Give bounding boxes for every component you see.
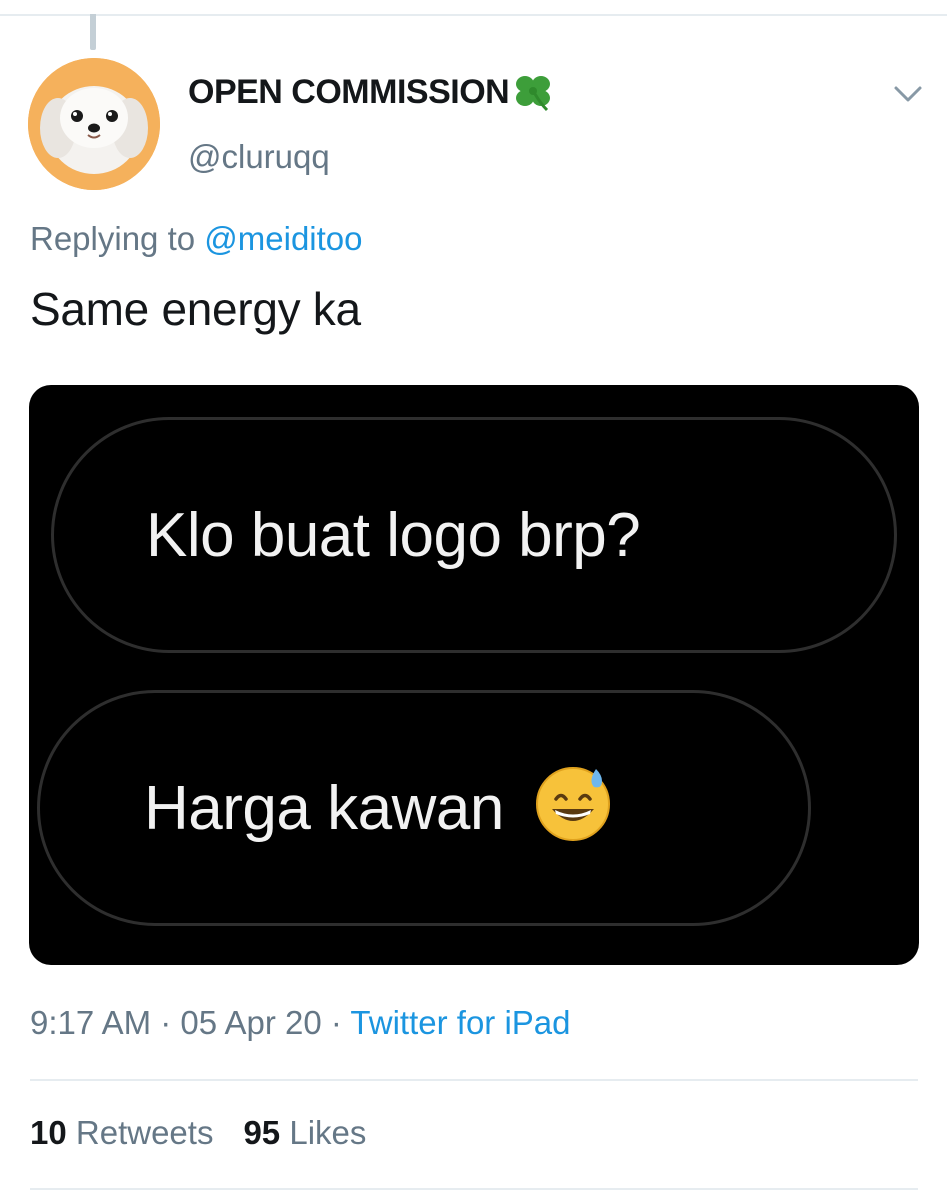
retweets-count: 10 [30,1114,67,1151]
display-name-text: OPEN COMMISSION [188,72,510,111]
tweet-source-link[interactable]: Twitter for iPad [350,1004,570,1041]
chevron-down-icon[interactable] [888,76,928,112]
avatar[interactable] [28,58,160,190]
chat-bubble-1-text: Klo buat logo brp? [146,500,641,570]
top-divider [0,14,947,16]
chat-bubble-1: Klo buat logo brp? [51,417,897,653]
retweets-label: Retweets [75,1114,214,1151]
tweet-date[interactable]: 05 Apr 20 [180,1004,321,1041]
display-name[interactable]: OPEN COMMISSION [188,72,555,112]
dog-avatar-icon [28,58,160,190]
four-leaf-clover-icon [516,76,551,112]
meta-divider [30,1079,918,1081]
tweet-time[interactable]: 9:17 AM [30,1004,151,1041]
tweet-meta: 9:17 AM · 05 Apr 20 · Twitter for iPad [30,1004,571,1042]
replying-to-label: Replying to [30,220,205,257]
replying-to-line: Replying to @meiditoo [30,220,363,258]
thread-connector [90,14,96,50]
tweet-text: Same energy ka [30,283,361,335]
tweet-media-image[interactable]: Klo buat logo brp? Harga kawan [29,385,919,965]
grinning-face-with-sweat-icon [535,767,610,841]
meta-separator-1: · [151,1004,181,1041]
chat-bubble-2: Harga kawan [37,690,811,926]
likes-count: 95 [243,1114,281,1151]
retweets-stat[interactable]: 10 Retweets [30,1114,213,1151]
meta-separator-2: · [321,1004,351,1041]
user-handle[interactable]: @cluruqq [188,138,330,176]
stats-divider [30,1188,918,1190]
replying-to-mention[interactable]: @meiditoo [204,220,362,257]
tweet-stats: 10 Retweets 95 Likes [30,1114,366,1152]
likes-stat[interactable]: 95 Likes [243,1114,366,1151]
chat-bubble-2-text: Harga kawan [144,773,504,843]
likes-label: Likes [289,1114,367,1151]
